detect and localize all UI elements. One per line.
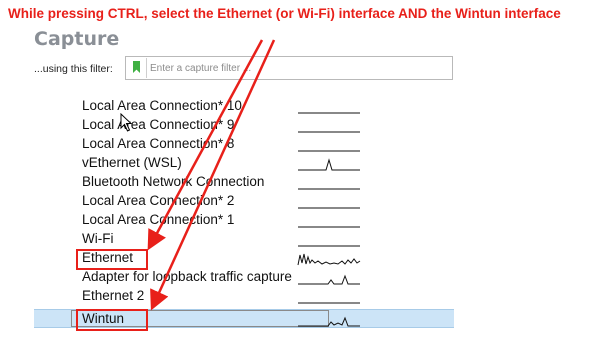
arrow-to-ethernet — [147, 39, 264, 251]
arrow-to-wintun — [150, 39, 276, 311]
annotation-arrows — [147, 39, 276, 311]
